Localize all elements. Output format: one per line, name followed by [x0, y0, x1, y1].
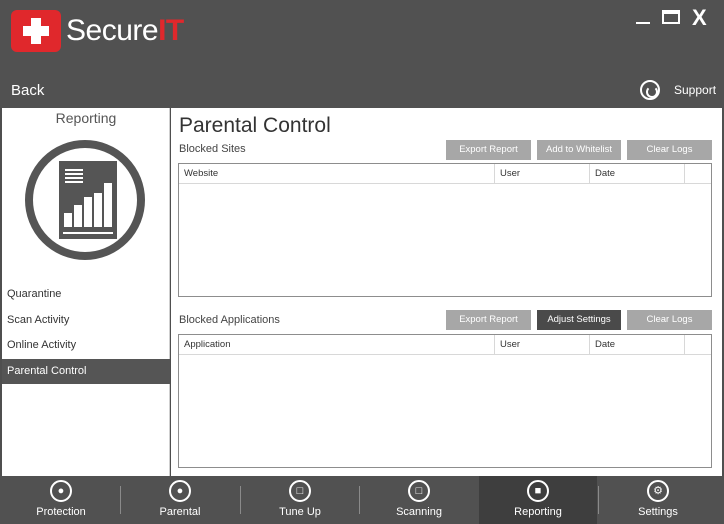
add-to-whitelist-button[interactable]: Add to Whitelist [537, 140, 621, 160]
column-header-user[interactable]: User [495, 164, 590, 183]
main-panel: Parental Control Blocked Sites Export Re… [171, 108, 722, 476]
app-logo [11, 10, 61, 52]
brand-name: SecureIT [66, 14, 184, 47]
clear-logs-button[interactable]: Clear Logs [627, 140, 712, 160]
nav-parental[interactable]: ● Parental [121, 476, 239, 524]
blocked-applications-label: Blocked Applications [179, 314, 280, 326]
adjust-settings-button[interactable]: Adjust Settings [537, 310, 621, 330]
close-button[interactable]: X [692, 5, 707, 31]
nav-reporting[interactable]: ■ Reporting [479, 476, 597, 524]
support-icon[interactable] [640, 80, 660, 100]
sidebar: Reporting Quarantine Scan Activity Onlin… [2, 108, 170, 476]
export-report-button[interactable]: Export Report [446, 310, 531, 330]
column-header-user[interactable]: User [495, 335, 590, 354]
page-title: Parental Control [179, 114, 331, 137]
clear-logs-button[interactable]: Clear Logs [627, 310, 712, 330]
report-icon: ■ [527, 480, 549, 502]
sidebar-item-quarantine[interactable]: Quarantine [2, 282, 170, 307]
support-link[interactable]: Support [674, 83, 716, 97]
blocked-applications-table[interactable]: Application User Date [178, 334, 712, 468]
minimize-button[interactable] [636, 22, 650, 24]
column-header-date[interactable]: Date [590, 335, 685, 354]
nav-scanning[interactable]: □ Scanning [360, 476, 478, 524]
gear-icon: ⚙ [647, 480, 669, 502]
sidebar-item-parental-control[interactable]: Parental Control [2, 359, 170, 384]
back-button[interactable]: Back [11, 82, 44, 99]
sidebar-title: Reporting [55, 110, 117, 126]
nav-protection[interactable]: ● Protection [2, 476, 120, 524]
blocked-sites-table[interactable]: Website User Date [178, 163, 712, 297]
export-report-button[interactable]: Export Report [446, 140, 531, 160]
folder-scan-icon: □ [408, 480, 430, 502]
maximize-button[interactable] [662, 10, 680, 24]
gauge-icon: □ [289, 480, 311, 502]
nav-settings[interactable]: ⚙ Settings [599, 476, 717, 524]
column-header-application[interactable]: Application [179, 335, 495, 354]
nav-tune-up[interactable]: □ Tune Up [241, 476, 359, 524]
blocked-sites-label: Blocked Sites [179, 143, 246, 155]
lock-icon: ● [50, 480, 72, 502]
sidebar-item-scan-activity[interactable]: Scan Activity [2, 308, 170, 333]
sidebar-item-online-activity[interactable]: Online Activity [2, 333, 170, 358]
column-header-website[interactable]: Website [179, 164, 495, 183]
bottom-navigation: ● Protection ● Parental □ Tune Up □ Scan… [0, 476, 724, 524]
column-header-date[interactable]: Date [590, 164, 685, 183]
person-icon: ● [169, 480, 191, 502]
title-bar: SecureIT X Back Support [0, 0, 724, 108]
table-header: Application User Date [179, 335, 711, 355]
table-header: Website User Date [179, 164, 711, 184]
report-icon [25, 140, 145, 260]
